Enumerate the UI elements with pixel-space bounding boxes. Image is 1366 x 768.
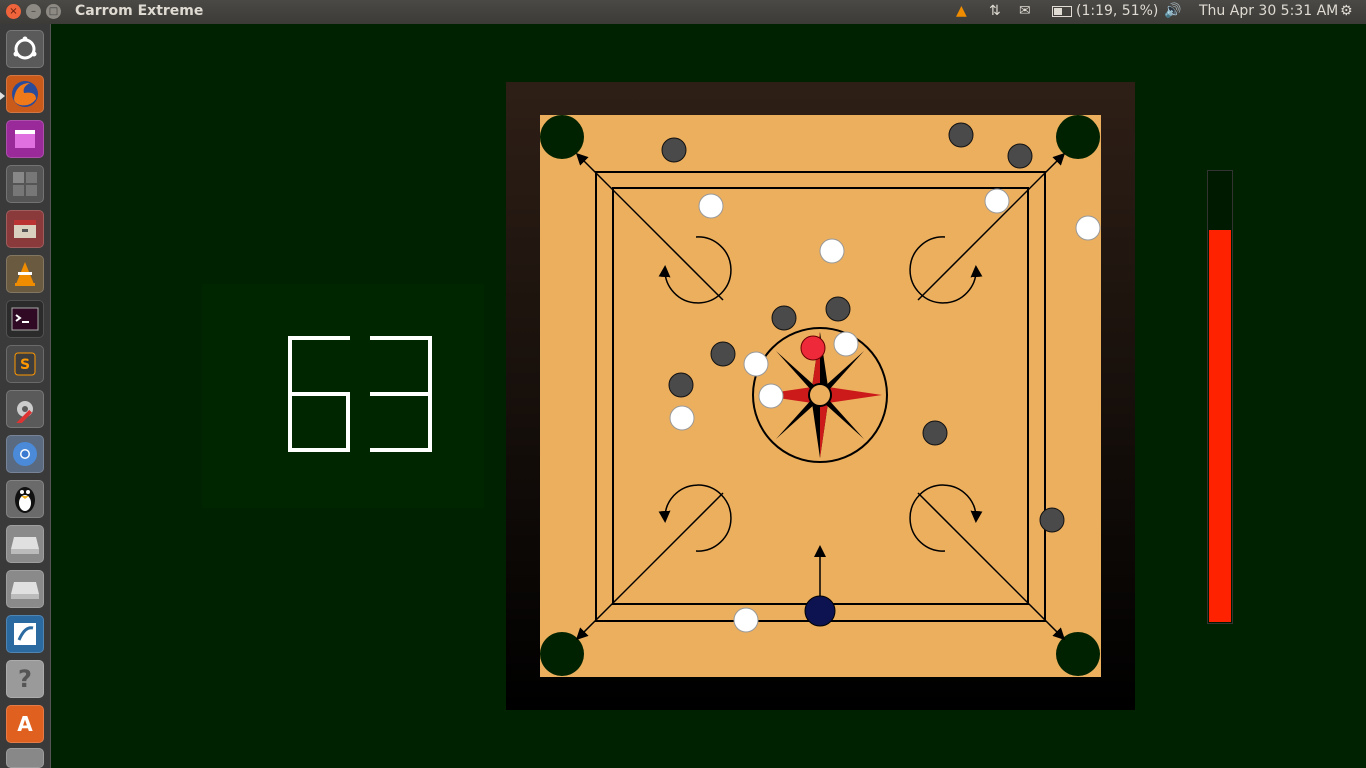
minimize-window-button[interactable]: – (26, 4, 41, 19)
vlc-tray-icon[interactable]: ▲ (956, 3, 967, 19)
white-coin[interactable] (669, 405, 695, 431)
black-coin[interactable] (668, 372, 694, 398)
running-indicator (0, 92, 5, 100)
mail-icon[interactable]: ✉ (1019, 3, 1031, 19)
clock[interactable]: Thu Apr 30 5:31 AM (1199, 3, 1338, 19)
tux-icon[interactable] (6, 480, 44, 518)
black-coin[interactable] (1007, 143, 1033, 169)
ubuntu-dash-icon[interactable] (6, 30, 44, 68)
maximize-window-button[interactable]: □ (46, 4, 61, 19)
carrom-board[interactable] (506, 82, 1135, 710)
drive-icon[interactable] (6, 570, 44, 608)
draw-icon[interactable] (6, 615, 44, 653)
battery-indicator[interactable]: (1:19, 51%) (1052, 3, 1158, 19)
workspace-icon[interactable] (6, 165, 44, 203)
archive-icon[interactable] (6, 210, 44, 248)
white-coin[interactable] (833, 331, 859, 357)
score-segment (288, 336, 292, 394)
gear-icon[interactable]: ⚙ (1340, 3, 1353, 19)
white-coin[interactable] (984, 188, 1010, 214)
window-title: Carrom Extreme (75, 3, 204, 19)
score-segment (370, 448, 432, 452)
white-coin[interactable] (743, 351, 769, 377)
pocket-bottom-right (1056, 632, 1100, 676)
score-segment (370, 392, 432, 396)
score-segment (346, 394, 350, 452)
black-coin[interactable] (771, 305, 797, 331)
black-coin[interactable] (948, 122, 974, 148)
battery-icon (1052, 5, 1072, 17)
striker[interactable] (804, 595, 836, 627)
score-segment (288, 394, 292, 452)
top-panel: × – □ Carrom Extreme ▲ ⇅ ✉ (1:19, 51%) 🔊… (0, 0, 1366, 24)
black-coin[interactable] (710, 341, 736, 367)
tools-icon[interactable] (6, 390, 44, 428)
score-segment (428, 336, 432, 394)
launcher: S ? A (0, 24, 51, 768)
black-coin[interactable] (922, 420, 948, 446)
white-coin[interactable] (758, 383, 784, 409)
sublime-icon[interactable]: S (6, 345, 44, 383)
terminal-icon[interactable] (6, 300, 44, 338)
score-segment (288, 448, 350, 452)
battery-text: (1:19, 51%) (1076, 3, 1159, 19)
software-center-icon[interactable]: A (6, 705, 44, 743)
firefox-icon[interactable] (6, 75, 44, 113)
svg-text:S: S (20, 357, 30, 373)
carrom-board-frame[interactable] (506, 82, 1135, 710)
close-window-button[interactable]: × (6, 4, 21, 19)
queen-coin[interactable] (800, 335, 826, 361)
volume-icon[interactable]: 🔊 (1164, 3, 1181, 19)
score-segment (288, 336, 350, 340)
trash-icon[interactable] (6, 748, 44, 768)
score-segment (288, 392, 350, 396)
score-display (288, 336, 438, 452)
help-icon[interactable]: ? (6, 660, 44, 698)
white-coin[interactable] (733, 607, 759, 633)
black-coin[interactable] (1039, 507, 1065, 533)
white-coin[interactable] (1075, 215, 1101, 241)
score-segment (428, 394, 432, 452)
black-coin[interactable] (661, 137, 687, 163)
pocket-top-right (1056, 115, 1100, 159)
power-meter[interactable] (1207, 170, 1233, 624)
pocket-bottom-left (540, 632, 584, 676)
power-meter-fill (1209, 230, 1231, 622)
score-panel (202, 284, 484, 508)
network-updown-icon[interactable]: ⇅ (989, 3, 1001, 19)
chromium-icon[interactable] (6, 435, 44, 473)
score-segment (370, 336, 432, 340)
white-coin[interactable] (819, 238, 845, 264)
black-coin[interactable] (825, 296, 851, 322)
purple-app-icon[interactable] (6, 120, 44, 158)
vlc-icon[interactable] (6, 255, 44, 293)
pocket-top-left (540, 115, 584, 159)
white-coin[interactable] (698, 193, 724, 219)
drive-icon[interactable] (6, 525, 44, 563)
